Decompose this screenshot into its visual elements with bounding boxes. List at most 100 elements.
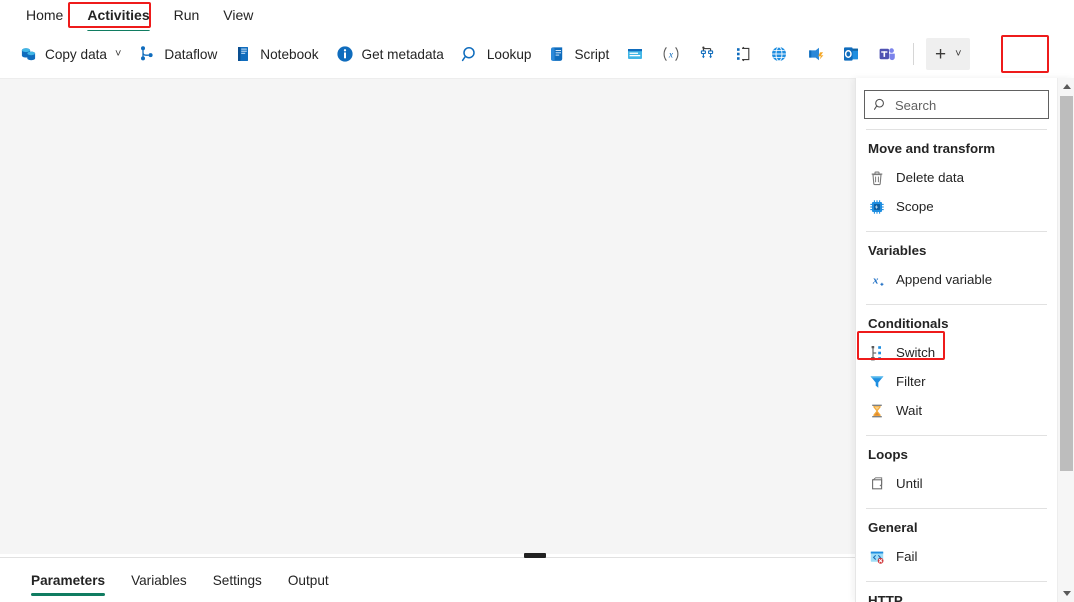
activity-item-scope-label: Scope xyxy=(896,199,934,213)
panel-divider-6 xyxy=(866,581,1047,582)
activity-item-scope[interactable]: Scope xyxy=(864,192,1049,221)
group-header-variables: Variables xyxy=(864,236,1049,265)
command-copy-data[interactable]: Copy data ˅ xyxy=(10,37,129,71)
group-header-general: General xyxy=(864,513,1049,542)
filter-icon xyxy=(868,373,886,391)
get-metadata-icon xyxy=(335,44,355,64)
set-variable-icon: x xyxy=(661,44,681,64)
activity-item-filter[interactable]: Filter xyxy=(864,367,1049,396)
scroll-down-icon[interactable] xyxy=(1058,585,1074,602)
notebook-icon xyxy=(233,44,253,64)
activities-panel-scrollbar[interactable] xyxy=(1057,78,1074,602)
panel-divider-1 xyxy=(866,129,1047,130)
activity-item-switch[interactable]: Switch xyxy=(864,338,1049,367)
ribbon-tab-activities-label: Activities xyxy=(87,7,149,23)
command-foreach[interactable] xyxy=(689,37,725,71)
svg-text:x: x xyxy=(872,274,879,286)
activity-item-filter-label: Filter xyxy=(896,374,926,388)
add-activity-wrap: + ˅ xyxy=(922,38,970,70)
command-bar-separator xyxy=(913,43,914,65)
tab-variables[interactable]: Variables xyxy=(118,563,200,600)
pipeline-editor-window: Home Activities Run View Copy data xyxy=(0,0,1074,602)
lookup-icon xyxy=(460,44,480,64)
until-icon xyxy=(868,475,886,493)
activity-item-wait-label: Wait xyxy=(896,403,922,417)
command-notebook-label: Notebook xyxy=(260,47,318,62)
copy-data-icon xyxy=(18,44,38,64)
group-header-conditionals: Conditionals xyxy=(864,309,1049,338)
plus-icon: + xyxy=(935,45,946,64)
command-copy-data-label: Copy data xyxy=(45,47,107,62)
web-icon xyxy=(769,44,789,64)
command-dataflow[interactable]: Dataflow xyxy=(129,37,225,71)
command-outlook[interactable] xyxy=(833,37,869,71)
activity-item-wait[interactable]: Wait xyxy=(864,396,1049,425)
svg-text:x: x xyxy=(668,51,674,61)
group-header-http: HTTP xyxy=(864,586,1049,602)
command-webhook[interactable] xyxy=(797,37,833,71)
command-set-variable[interactable]: x xyxy=(653,37,689,71)
properties-tab-strip: Parameters Variables Settings Output xyxy=(0,560,855,602)
command-lookup[interactable]: Lookup xyxy=(452,37,540,71)
activities-flyout-panel: Search Move and transform Delete data xyxy=(855,78,1074,602)
chevron-down-icon[interactable]: ˅ xyxy=(115,48,121,60)
activities-flyout-content: Search Move and transform Delete data xyxy=(856,78,1057,602)
panel-divider-3 xyxy=(866,304,1047,305)
command-get-metadata[interactable]: Get metadata xyxy=(327,37,452,71)
append-variable-icon: x xyxy=(868,271,886,289)
command-stored-procedure[interactable] xyxy=(617,37,653,71)
tab-settings[interactable]: Settings xyxy=(200,563,275,600)
delete-data-icon xyxy=(868,169,886,187)
ribbon-tab-home-label: Home xyxy=(26,7,63,23)
foreach-icon xyxy=(697,44,717,64)
ribbon-tab-run[interactable]: Run xyxy=(162,2,212,29)
tab-parameters-underline xyxy=(31,593,105,596)
activities-search-box[interactable]: Search xyxy=(864,90,1049,119)
activity-item-fail[interactable]: Fail xyxy=(864,542,1049,571)
activity-item-until-label: Until xyxy=(896,476,923,490)
command-script-label: Script xyxy=(574,47,609,62)
scroll-up-icon[interactable] xyxy=(1058,78,1074,95)
stored-procedure-icon xyxy=(625,44,645,64)
switch-icon xyxy=(868,344,886,362)
ribbon-tab-strip: Home Activities Run View xyxy=(0,0,1074,31)
activity-item-delete-data[interactable]: Delete data xyxy=(864,163,1049,192)
dataflow-icon xyxy=(137,44,157,64)
activity-item-switch-label: Switch xyxy=(896,345,935,359)
command-teams[interactable] xyxy=(869,37,905,71)
ribbon-tab-view[interactable]: View xyxy=(211,2,265,29)
ribbon-tab-home[interactable]: Home xyxy=(14,2,75,29)
ribbon-tab-view-label: View xyxy=(223,7,253,23)
activity-item-append-variable-label: Append variable xyxy=(896,272,992,286)
activities-command-bar: Copy data ˅ Dataflow Notebook xyxy=(0,31,1074,78)
add-activity-button[interactable]: + ˅ xyxy=(926,38,970,70)
command-notebook[interactable]: Notebook xyxy=(225,37,326,71)
activity-item-fail-label: Fail xyxy=(896,549,917,563)
tab-settings-label: Settings xyxy=(213,573,262,588)
tab-parameters[interactable]: Parameters xyxy=(18,563,118,600)
search-icon xyxy=(873,97,888,112)
command-script[interactable]: Script xyxy=(539,37,617,71)
activity-item-until[interactable]: Until xyxy=(864,469,1049,498)
tab-variables-label: Variables xyxy=(131,573,187,588)
scrollbar-thumb[interactable] xyxy=(1060,96,1073,471)
pipeline-canvas[interactable] xyxy=(0,78,855,559)
ribbon-tab-activities[interactable]: Activities xyxy=(75,2,161,29)
search-input[interactable]: Search xyxy=(895,98,936,112)
script-icon xyxy=(547,44,567,64)
tab-output[interactable]: Output xyxy=(275,563,342,600)
outlook-icon xyxy=(841,44,861,64)
activity-item-append-variable[interactable]: x Append variable xyxy=(864,265,1049,294)
command-get-metadata-label: Get metadata xyxy=(362,47,444,62)
wait-icon xyxy=(868,402,886,420)
group-header-move-and-transform: Move and transform xyxy=(864,134,1049,163)
webhook-icon xyxy=(805,44,825,64)
panel-divider-5 xyxy=(866,508,1047,509)
command-if-condition[interactable] xyxy=(725,37,761,71)
splitter-drag-handle[interactable] xyxy=(524,553,546,558)
if-condition-icon xyxy=(733,44,753,64)
group-header-loops: Loops xyxy=(864,440,1049,469)
ribbon-tab-run-label: Run xyxy=(174,7,200,23)
command-web[interactable] xyxy=(761,37,797,71)
scope-icon xyxy=(868,198,886,216)
